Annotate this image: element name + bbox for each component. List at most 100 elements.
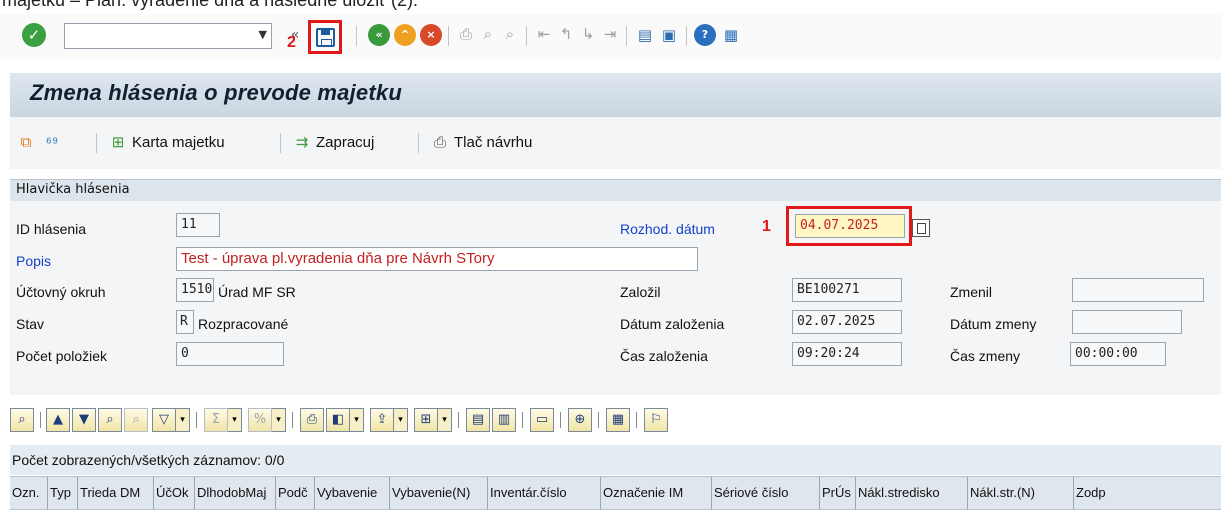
filter-icon[interactable]: ▽ — [152, 408, 176, 432]
shortcut-icon[interactable]: ▣ — [658, 24, 680, 46]
process-button[interactable]: ⇉ Zapracuj — [292, 131, 375, 155]
command-input[interactable] — [65, 24, 251, 48]
column-header[interactable]: PrÚs — [820, 477, 856, 509]
sort-descending-icon[interactable]: ▼ — [72, 408, 96, 432]
column-header[interactable]: ÚčOk — [154, 477, 195, 509]
asset-card-icon: ⊞ — [111, 134, 125, 151]
column-header[interactable]: DlhodobMaj — [195, 477, 276, 509]
column-header[interactable]: Nákl.str.(N) — [968, 477, 1074, 509]
ucet-name: Úrad MF SR — [218, 284, 296, 300]
separator — [96, 133, 97, 153]
delete-row-icon[interactable]: ▭ — [530, 408, 554, 432]
views-dropdown-icon[interactable]: ▾ — [350, 408, 364, 432]
subtotal-icon: % — [248, 408, 272, 432]
rozhod-datum-label[interactable]: Rozhod. dátum — [620, 221, 715, 237]
calendar-help-icon[interactable] — [912, 219, 930, 237]
column-header[interactable]: Vybavenie(N) — [390, 477, 488, 509]
views-icon[interactable]: ◧ — [326, 408, 350, 432]
new-session-icon[interactable]: ▤ — [634, 24, 656, 46]
find-next-icon: ⌕ — [124, 408, 148, 432]
column-header[interactable]: Zodp — [1074, 477, 1134, 509]
command-field[interactable]: ▼ — [64, 23, 272, 49]
column-header[interactable]: Ozn. — [10, 477, 48, 509]
print-preview-icon[interactable]: ⎙ — [300, 408, 324, 432]
enter-check-icon[interactable]: ✓ — [22, 23, 46, 47]
column-header[interactable]: Trieda DM — [78, 477, 154, 509]
column-header[interactable]: Podč — [276, 477, 315, 509]
sum-icon: Σ — [204, 408, 228, 432]
datum-zmeny-field — [1072, 310, 1182, 334]
popis-label[interactable]: Popis — [16, 253, 51, 269]
column-header[interactable]: Označenie IM — [601, 477, 712, 509]
cas-zmeny-field: 00:00:00 — [1070, 342, 1166, 366]
separator — [40, 412, 41, 428]
rozhod-datum-field[interactable]: 04.07.2025 — [795, 214, 905, 238]
deselect-all-icon[interactable]: ▥ — [492, 408, 516, 432]
grid-settings-icon[interactable]: ▦ — [606, 408, 630, 432]
grid-header: Ozn. Typ Trieda DM ÚčOk DlhodobMaj Podč … — [10, 476, 1221, 510]
separator — [448, 26, 449, 46]
export-icon[interactable]: ⇪ — [370, 408, 394, 432]
process-arrow-icon: ⇉ — [295, 134, 309, 151]
zmenil-label: Zmenil — [950, 284, 993, 300]
header-group-title-bar: Hlavička hlásenia — [10, 179, 1221, 201]
display-change-icon: ⧉ — [20, 134, 32, 151]
separator — [292, 412, 293, 428]
exit-icon[interactable]: ^ — [394, 24, 416, 46]
subtotal-dropdown-icon: ▾ — [272, 408, 286, 432]
chevron-down-icon[interactable]: ▼ — [259, 28, 267, 41]
print-draft-button[interactable]: ⎙ Tlač návrhu — [430, 131, 532, 155]
title-bar: Zmena hlásenia o prevode majetku — [10, 73, 1221, 117]
find-icon: ⌕ — [483, 25, 493, 43]
process-label: Zapracuj — [316, 134, 375, 151]
printer-icon: ⎙ — [433, 134, 446, 151]
cas-zalozenia-label: Čas založenia — [620, 348, 708, 364]
header-form: ID hlásenia 11 Popis Test - úprava pl.vy… — [10, 201, 1221, 395]
insert-row-icon[interactable]: ⊕ — [568, 408, 592, 432]
find-icon[interactable]: ⌕ — [98, 408, 122, 432]
record-count-text: Počet zobrazených/všetkých záznamov: 0/0 — [12, 452, 285, 468]
print-draft-label: Tlač návrhu — [454, 134, 533, 151]
separator — [280, 133, 281, 153]
separator — [526, 26, 527, 46]
pocet-label: Počet položiek — [16, 348, 108, 364]
cancel-icon[interactable]: × — [420, 24, 442, 46]
glasses-icon: ⁶⁹ — [45, 134, 59, 151]
column-header[interactable]: Sériové číslo — [712, 477, 820, 509]
help-icon[interactable]: ? — [694, 24, 716, 46]
select-all-icon[interactable]: ▤ — [466, 408, 490, 432]
id-field: 11 — [176, 213, 220, 237]
separator — [598, 412, 599, 428]
last-page-icon: ⇥ — [603, 25, 617, 43]
filter-dropdown-icon[interactable]: ▾ — [176, 408, 190, 432]
layout-dropdown-icon[interactable]: ▾ — [438, 408, 452, 432]
cas-zmeny-label: Čas zmeny — [950, 348, 1021, 364]
other-object-button[interactable]: ⁶⁹ — [42, 131, 66, 155]
separator — [418, 133, 419, 153]
popis-field[interactable]: Test - úprava pl.vyradenia dňa pre Návrh… — [176, 247, 698, 271]
page-title: Zmena hlásenia o prevode majetku — [30, 80, 402, 105]
previous-page-icon: ↰ — [559, 25, 573, 43]
asset-card-button[interactable]: ⊞ Karta majetku — [108, 131, 225, 155]
record-count-bar: Počet zobrazených/všetkých záznamov: 0/0 — [10, 445, 1221, 475]
column-header[interactable]: Vybavenie — [315, 477, 390, 509]
save-icon[interactable] — [316, 28, 335, 47]
zmenil-field — [1072, 278, 1204, 302]
layout-menu-icon[interactable]: ▦ — [720, 24, 742, 46]
back-icon[interactable]: « — [368, 24, 390, 46]
flag-icon[interactable]: ⚐ — [644, 408, 668, 432]
stav-code-field: R — [176, 310, 194, 334]
find-next-icon: ⌕ — [505, 25, 515, 43]
display-change-button[interactable]: ⧉ — [16, 131, 40, 155]
separator — [686, 26, 687, 46]
sort-ascending-icon[interactable]: ▲ — [46, 408, 70, 432]
instruction-caption: majetku – Plán. vyradenie dňa a následne… — [2, 0, 418, 10]
column-header[interactable]: Typ — [48, 477, 78, 509]
export-dropdown-icon[interactable]: ▾ — [394, 408, 408, 432]
layout-icon[interactable]: ⊞ — [414, 408, 438, 432]
details-icon[interactable]: ⌕ — [10, 408, 34, 432]
zalozil-label: Založil — [620, 284, 661, 300]
next-page-icon: ↳ — [581, 25, 595, 43]
column-header[interactable]: Nákl.stredisko — [856, 477, 968, 509]
column-header[interactable]: Inventár.číslo — [488, 477, 601, 509]
